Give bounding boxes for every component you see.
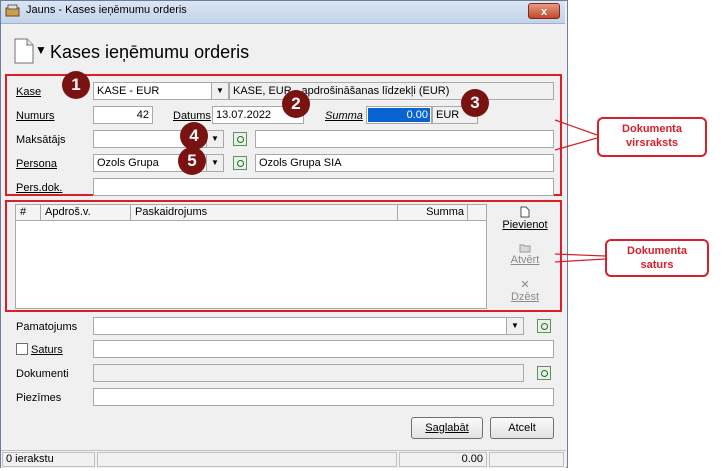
- marker-2: 2: [282, 90, 310, 118]
- marker-5: 5: [178, 147, 206, 175]
- marker-3: 3: [461, 89, 489, 117]
- marker-4: 4: [180, 122, 208, 150]
- callout-document-header-text: Dokumenta virsraksts: [622, 123, 682, 149]
- callout-document-content-text: Dokumenta saturs: [627, 245, 687, 271]
- callout-document-header: Dokumenta virsraksts: [597, 117, 707, 157]
- annotation-lines: [554, 119, 606, 263]
- marker-1: 1: [62, 71, 90, 99]
- callout-document-content: Dokumenta saturs: [605, 239, 709, 277]
